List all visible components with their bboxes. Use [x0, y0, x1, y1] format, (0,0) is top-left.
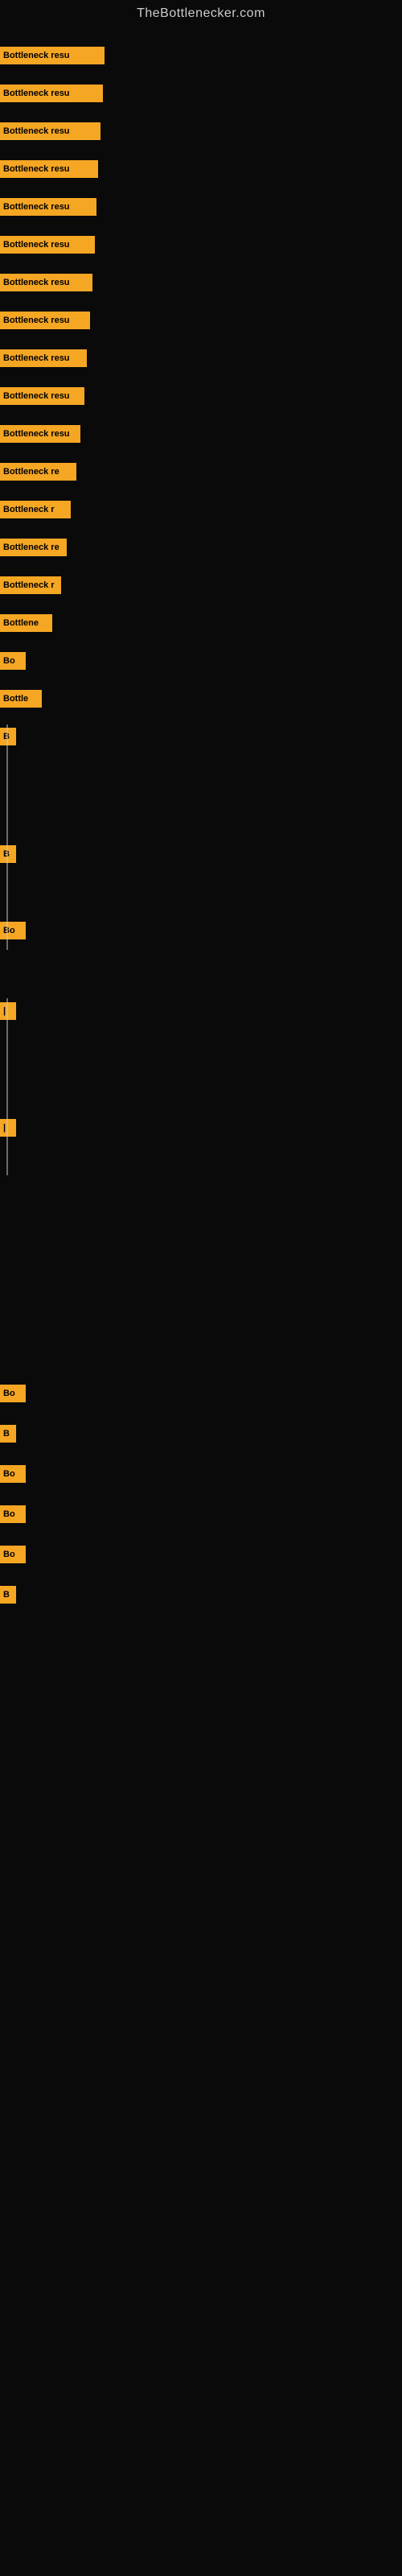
- bar-label: Bottleneck re: [0, 463, 76, 481]
- list-item: Bottleneck r: [0, 501, 71, 518]
- bar-label: B: [0, 728, 16, 745]
- list-item: Bottleneck resu: [0, 387, 84, 405]
- bar-label: Bottleneck resu: [0, 349, 87, 367]
- bar-label: B: [0, 1586, 16, 1604]
- bar-label: Bo: [0, 922, 26, 939]
- bar-label: Bottleneck re: [0, 539, 67, 556]
- bar-label: |: [0, 1119, 16, 1137]
- bar-label: |: [0, 1002, 16, 1020]
- bar-label: Bottle: [0, 690, 42, 708]
- list-item: Bottle: [0, 690, 42, 708]
- bar-label: Bottleneck resu: [0, 387, 84, 405]
- list-item: Bottleneck resu: [0, 47, 105, 64]
- list-item: Bottleneck resu: [0, 349, 87, 367]
- list-item: Bottleneck resu: [0, 85, 103, 102]
- list-item: Bo: [0, 1465, 26, 1483]
- list-item: Bottleneck resu: [0, 160, 98, 178]
- bar-label: Bottleneck resu: [0, 85, 103, 102]
- list-item: Bottleneck resu: [0, 198, 96, 216]
- list-item: Bottleneck resu: [0, 425, 80, 443]
- bar-label: Bottleneck resu: [0, 236, 95, 254]
- list-item: |: [0, 1002, 16, 1020]
- bar-label: Bottleneck resu: [0, 425, 80, 443]
- site-title: TheBottlenecker.com: [0, 0, 402, 24]
- list-item: Bottlene: [0, 614, 52, 632]
- vertical-line: [6, 724, 8, 950]
- list-item: Bo: [0, 1505, 26, 1523]
- list-item: Bottleneck resu: [0, 236, 95, 254]
- list-item: |: [0, 1119, 16, 1137]
- bar-label: Bottleneck resu: [0, 160, 98, 178]
- list-item: Bottleneck r: [0, 576, 61, 594]
- list-item: Bo: [0, 1546, 26, 1563]
- bar-label: Bo: [0, 652, 26, 670]
- list-item: Bottleneck resu: [0, 274, 92, 291]
- bar-label: Bottleneck resu: [0, 274, 92, 291]
- bar-label: Bottlene: [0, 614, 52, 632]
- list-item: Bo: [0, 922, 26, 939]
- list-item: Bo: [0, 652, 26, 670]
- bar-label: Bo: [0, 1546, 26, 1563]
- bar-label: Bottleneck resu: [0, 312, 90, 329]
- bar-label: Bo: [0, 1505, 26, 1523]
- bar-label: Bo: [0, 1465, 26, 1483]
- list-item: B: [0, 845, 16, 863]
- bar-label: B: [0, 845, 16, 863]
- list-item: B: [0, 1586, 16, 1604]
- list-item: Bottleneck re: [0, 463, 76, 481]
- list-item: Bo: [0, 1385, 26, 1402]
- list-item: B: [0, 728, 16, 745]
- list-item: Bottleneck re: [0, 539, 67, 556]
- list-item: Bottleneck resu: [0, 122, 100, 140]
- bar-label: Bo: [0, 1385, 26, 1402]
- vertical-line: [6, 998, 8, 1175]
- bar-label: Bottleneck resu: [0, 122, 100, 140]
- bar-label: Bottleneck resu: [0, 198, 96, 216]
- list-item: Bottleneck resu: [0, 312, 90, 329]
- bar-label: Bottleneck r: [0, 576, 61, 594]
- bar-label: B: [0, 1425, 16, 1443]
- bar-label: Bottleneck r: [0, 501, 71, 518]
- bar-label: Bottleneck resu: [0, 47, 105, 64]
- list-item: B: [0, 1425, 16, 1443]
